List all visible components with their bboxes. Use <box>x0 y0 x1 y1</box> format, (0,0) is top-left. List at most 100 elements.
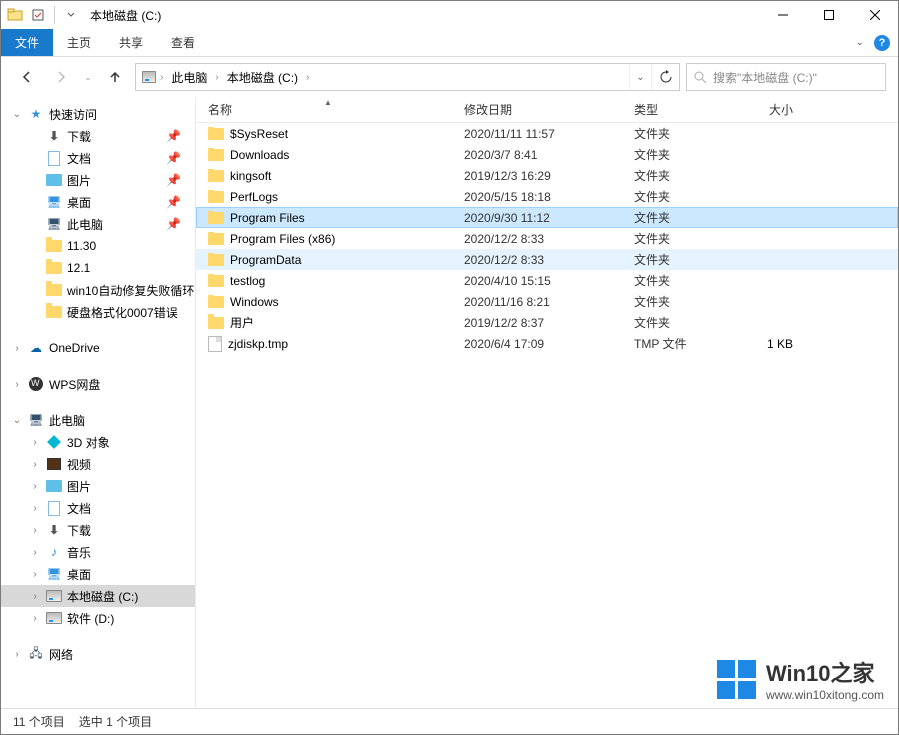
nav-folder-disk[interactable]: 硬盘格式化0007错误 <box>1 301 195 323</box>
status-bar: 11 个项目 选中 1 个项目 <box>1 708 898 734</box>
nav-desktop2[interactable]: ›🖥桌面 <box>1 563 195 585</box>
file-row[interactable]: Program Files (x86)2020/12/2 8:33文件夹 <box>196 228 898 249</box>
file-row[interactable]: PerfLogs2020/5/15 18:18文件夹 <box>196 186 898 207</box>
cell-date: 2020/12/2 8:33 <box>456 232 626 246</box>
nav-folder-1130[interactable]: 11.30 <box>1 235 195 257</box>
nav-3dobjects[interactable]: ›3D 对象 <box>1 431 195 453</box>
cell-type: 文件夹 <box>626 188 721 205</box>
qat-undo[interactable] <box>60 4 82 26</box>
nav-thispc[interactable]: ⌄🖥此电脑 <box>1 409 195 431</box>
drive-icon <box>136 71 156 83</box>
folder-icon <box>208 149 224 161</box>
pin-icon: 📌 <box>166 173 181 187</box>
nav-history-button[interactable]: ⌄ <box>81 63 95 91</box>
file-row[interactable]: testlog2020/4/10 15:15文件夹 <box>196 270 898 291</box>
nav-wps[interactable]: ›WPS网盘 <box>1 373 195 395</box>
ribbon-tab-home[interactable]: 主页 <box>53 29 105 56</box>
cell-type: TMP 文件 <box>626 335 721 352</box>
file-row[interactable]: $SysReset2020/11/11 11:57文件夹 <box>196 123 898 144</box>
folder-icon <box>208 170 224 182</box>
app-icon <box>7 7 23 23</box>
nav-drive-c[interactable]: ›本地磁盘 (C:) <box>1 585 195 607</box>
close-button[interactable] <box>852 1 898 29</box>
help-icon[interactable]: ? <box>874 35 890 51</box>
address-row: ⌄ › 此电脑 › 本地磁盘 (C:) › ⌄ 搜索"本地磁盘 (C:)" <box>1 57 898 97</box>
col-size[interactable]: 大小 <box>721 101 801 118</box>
nav-desktop[interactable]: 🖥桌面📌 <box>1 191 195 213</box>
chevron-right-icon[interactable]: › <box>156 72 167 83</box>
maximize-button[interactable] <box>806 1 852 29</box>
sort-asc-icon: ▲ <box>324 98 332 107</box>
nav-up-button[interactable] <box>101 63 129 91</box>
ribbon-tab-share[interactable]: 共享 <box>105 29 157 56</box>
cell-type: 文件夹 <box>626 272 721 289</box>
nav-documents2[interactable]: ›文档 <box>1 497 195 519</box>
nav-back-button[interactable] <box>13 63 41 91</box>
qat-properties[interactable] <box>27 4 49 26</box>
cell-name: ProgramData <box>200 253 456 267</box>
address-dropdown-button[interactable]: ⌄ <box>629 64 651 90</box>
file-rows: $SysReset2020/11/11 11:57文件夹Downloads202… <box>196 123 898 708</box>
pin-icon: 📌 <box>166 151 181 165</box>
watermark: Win10之家 www.win10xitong.com <box>717 656 884 702</box>
nav-drive-d[interactable]: ›软件 (D:) <box>1 607 195 629</box>
nav-pictures[interactable]: 图片📌 <box>1 169 195 191</box>
file-row[interactable]: Downloads2020/3/7 8:41文件夹 <box>196 144 898 165</box>
file-row[interactable]: kingsoft2019/12/3 16:29文件夹 <box>196 165 898 186</box>
minimize-button[interactable] <box>760 1 806 29</box>
file-row[interactable]: ProgramData2020/12/2 8:33文件夹 <box>196 249 898 270</box>
file-row[interactable]: Windows2020/11/16 8:21文件夹 <box>196 291 898 312</box>
nav-video[interactable]: ›视频 <box>1 453 195 475</box>
cell-type: 文件夹 <box>626 209 721 226</box>
search-input[interactable]: 搜索"本地磁盘 (C:)" <box>686 63 886 91</box>
cell-name: Downloads <box>200 148 456 162</box>
col-type[interactable]: 类型 <box>626 101 721 118</box>
nav-network[interactable]: ›🖧网络 <box>1 643 195 665</box>
col-name[interactable]: ▲名称 <box>200 101 456 118</box>
ribbon-tabs: 文件 主页 共享 查看 ⌄ ? <box>1 29 898 57</box>
nav-documents[interactable]: 文档📌 <box>1 147 195 169</box>
nav-forward-button[interactable] <box>47 63 75 91</box>
folder-icon <box>208 233 224 245</box>
cell-date: 2019/12/2 8:37 <box>456 316 626 330</box>
cell-date: 2020/11/16 8:21 <box>456 295 626 309</box>
cell-name: zjdiskp.tmp <box>200 336 456 352</box>
nav-quick-access[interactable]: ⌄★快速访问 <box>1 103 195 125</box>
file-row[interactable]: Program Files2020/9/30 11:12文件夹 <box>196 207 898 228</box>
address-bar[interactable]: › 此电脑 › 本地磁盘 (C:) › ⌄ <box>135 63 680 91</box>
file-row[interactable]: zjdiskp.tmp2020/6/4 17:09TMP 文件1 KB <box>196 333 898 354</box>
cell-date: 2020/3/7 8:41 <box>456 148 626 162</box>
ribbon-expand-icon[interactable]: ⌄ <box>856 37 864 48</box>
cell-name: Program Files <box>200 211 456 225</box>
cell-name: Windows <box>200 295 456 309</box>
cell-type: 文件夹 <box>626 293 721 310</box>
cell-date: 2020/4/10 15:15 <box>456 274 626 288</box>
status-selected: 选中 1 个项目 <box>79 713 152 730</box>
cell-name: $SysReset <box>200 127 456 141</box>
folder-icon <box>208 128 224 140</box>
folder-icon <box>208 254 224 266</box>
nav-folder-121[interactable]: 12.1 <box>1 257 195 279</box>
cell-date: 2019/12/3 16:29 <box>456 169 626 183</box>
ribbon-tab-file[interactable]: 文件 <box>1 29 53 56</box>
cell-date: 2020/11/11 11:57 <box>456 127 626 141</box>
watermark-logo-icon <box>717 660 756 699</box>
nav-downloads[interactable]: ⬇下载📌 <box>1 125 195 147</box>
breadcrumb-drive[interactable]: 本地磁盘 (C:) <box>223 69 302 86</box>
nav-pictures2[interactable]: ›图片 <box>1 475 195 497</box>
chevron-right-icon[interactable]: › <box>211 72 222 83</box>
nav-onedrive[interactable]: ›☁OneDrive <box>1 337 195 359</box>
refresh-button[interactable] <box>651 64 679 90</box>
search-placeholder: 搜索"本地磁盘 (C:)" <box>713 69 817 86</box>
nav-music[interactable]: ›♪音乐 <box>1 541 195 563</box>
breadcrumb-thispc[interactable]: 此电脑 <box>167 69 211 86</box>
nav-downloads2[interactable]: ›⬇下载 <box>1 519 195 541</box>
cell-type: 文件夹 <box>626 125 721 142</box>
file-row[interactable]: 用户2019/12/2 8:37文件夹 <box>196 312 898 333</box>
ribbon-tab-view[interactable]: 查看 <box>157 29 209 56</box>
col-date[interactable]: 修改日期 <box>456 101 626 118</box>
nav-thispc-pin[interactable]: 🖥此电脑📌 <box>1 213 195 235</box>
chevron-right-icon[interactable]: › <box>302 72 313 83</box>
folder-icon <box>208 296 224 308</box>
nav-folder-win10[interactable]: win10自动修复失败循环 <box>1 279 195 301</box>
